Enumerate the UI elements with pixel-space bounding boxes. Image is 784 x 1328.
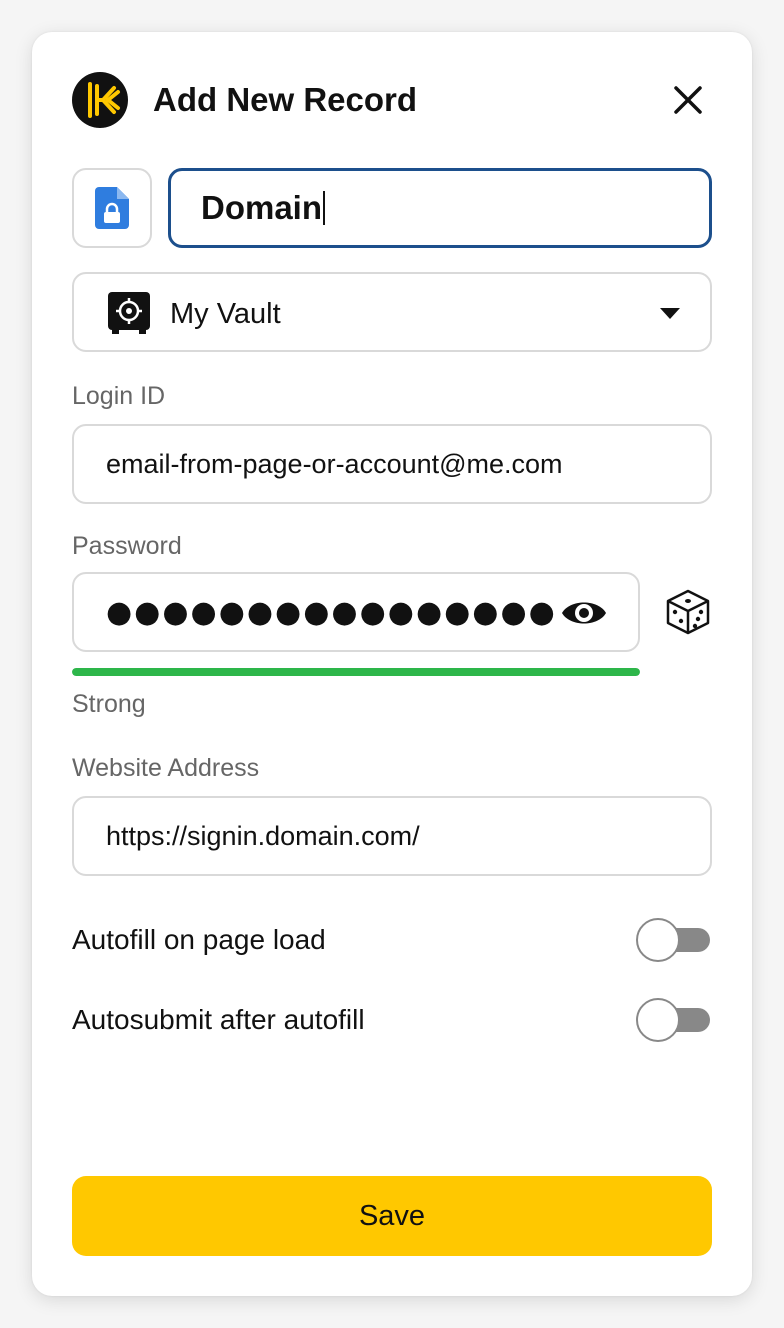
record-type-button[interactable]	[72, 168, 152, 248]
autosubmit-label: Autosubmit after autofill	[72, 1004, 365, 1035]
toggle-knob	[636, 998, 680, 1042]
login-id-field[interactable]: email-from-page-or-account@me.com	[72, 424, 712, 504]
password-strength-bar	[72, 668, 640, 676]
locked-document-icon	[95, 187, 129, 229]
website-label: Website Address	[72, 754, 260, 782]
website-value: https://signin.domain.com/	[106, 820, 420, 851]
login-id-label: Login ID	[72, 382, 166, 410]
password-strength-label: Strong	[72, 690, 146, 718]
autofill-toggle[interactable]	[636, 918, 710, 962]
autosubmit-toggle[interactable]	[636, 998, 710, 1042]
password-masked-value: ●●●●●●●●●●●●●●●●	[106, 594, 557, 630]
website-field[interactable]: https://signin.domain.com/	[72, 796, 712, 876]
vault-select[interactable]: My Vault	[72, 272, 712, 352]
login-id-value: email-from-page-or-account@me.com	[106, 448, 563, 479]
autofill-label: Autofill on page load	[72, 924, 326, 955]
text-cursor	[323, 191, 326, 225]
safe-icon	[108, 292, 150, 334]
keeper-logo-icon	[72, 72, 128, 128]
close-icon[interactable]	[668, 80, 708, 120]
password-field[interactable]: ●●●●●●●●●●●●●●●●	[72, 572, 640, 652]
dialog-title: Add New Record	[153, 81, 418, 118]
dice-icon[interactable]	[664, 588, 712, 636]
save-button-label: Save	[358, 1199, 426, 1232]
password-label: Password	[72, 532, 182, 560]
record-title-value: Domain	[201, 189, 323, 226]
save-button[interactable]: Save	[72, 1176, 712, 1256]
eye-icon[interactable]	[560, 595, 608, 631]
toggle-knob	[636, 918, 680, 962]
password-strength-fill	[72, 668, 640, 676]
record-title-input[interactable]: Domain	[168, 168, 712, 248]
vault-selected-label: My Vault	[170, 298, 281, 330]
chevron-down-icon	[660, 308, 680, 319]
